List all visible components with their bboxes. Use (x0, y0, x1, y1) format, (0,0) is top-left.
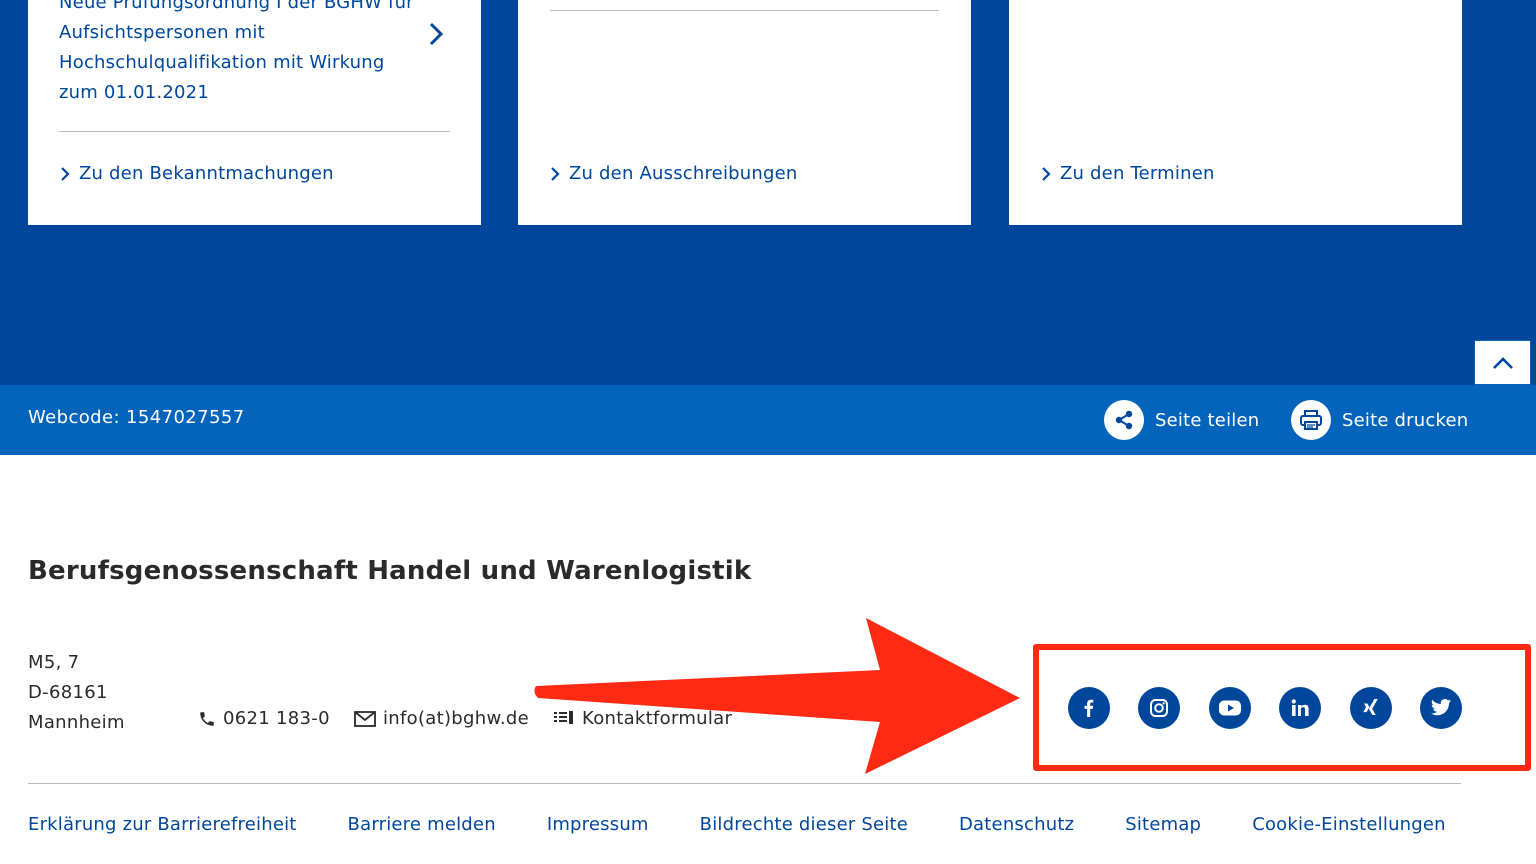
back-to-top-button[interactable] (1474, 340, 1531, 385)
annotation-arrow (534, 618, 1020, 774)
xing-icon[interactable] (1350, 687, 1392, 729)
announcements-link[interactable]: Zu den Bekanntmachungen (59, 163, 334, 184)
events-link[interactable]: Zu den Terminen (1040, 163, 1215, 184)
phone-number: 0621 183-0 (223, 708, 330, 729)
footer-link-privacy[interactable]: Datenschutz (959, 814, 1074, 835)
chevron-up-icon (1492, 356, 1513, 369)
card-divider (59, 131, 450, 132)
organization-title: Berufsgenossenschaft Handel und Warenlog… (28, 556, 752, 586)
announcement-item-text[interactable]: Neue Prüfungsordnung I der BGHW für Aufs… (59, 0, 419, 108)
webcode-text: Webcode: 1547027557 (28, 407, 245, 428)
footer-divider (28, 783, 1461, 784)
facebook-icon[interactable] (1068, 687, 1110, 729)
share-icon (1104, 400, 1144, 440)
print-page-button[interactable]: Seite drucken (1291, 400, 1468, 440)
footer-link-sitemap[interactable]: Sitemap (1125, 814, 1201, 835)
card-divider (550, 10, 939, 11)
printer-icon (1291, 400, 1331, 440)
chevron-right-icon[interactable] (426, 20, 446, 48)
footer-link-accessibility-statement[interactable]: Erklärung zur Barrierefreiheit (28, 814, 297, 835)
address-line: Mannheim (28, 712, 125, 733)
share-page-label: Seite teilen (1155, 409, 1260, 431)
events-card: Zu den Terminen (1009, 0, 1462, 225)
footer-link-report-barrier[interactable]: Barriere melden (348, 814, 496, 835)
linkedin-icon[interactable] (1279, 687, 1321, 729)
postal-address: M5, 7 D-68161 Mannheim (28, 648, 125, 738)
mail-icon (354, 710, 376, 727)
chevron-right-icon (551, 166, 560, 181)
email-link[interactable]: info(at)bghw.de (354, 708, 529, 729)
announcements-card: Neue Prüfungsordnung I der BGHW für Aufs… (28, 0, 481, 225)
share-page-button[interactable]: Seite teilen (1104, 400, 1259, 440)
footer-link-cookie-settings[interactable]: Cookie-Einstellungen (1252, 814, 1446, 835)
youtube-icon[interactable] (1209, 687, 1251, 729)
announcements-link-label: Zu den Bekanntmachungen (79, 163, 334, 184)
instagram-icon[interactable] (1138, 687, 1180, 729)
phone-link[interactable]: 0621 183-0 (198, 708, 330, 729)
tenders-card: Zu den Ausschreibungen (518, 0, 971, 225)
address-line: M5, 7 (28, 652, 80, 673)
footer-link-image-rights[interactable]: Bildrechte dieser Seite (700, 814, 908, 835)
events-link-label: Zu den Terminen (1060, 163, 1215, 184)
print-page-label: Seite drucken (1342, 409, 1469, 431)
email-address: info(at)bghw.de (383, 708, 529, 729)
chevron-right-icon (1042, 166, 1051, 181)
address-line: D-68161 (28, 682, 108, 703)
chevron-right-icon (61, 166, 70, 181)
page-tools-bar: Webcode: 1547027557 Seite teilen Seite d… (0, 385, 1536, 455)
tenders-link[interactable]: Zu den Ausschreibungen (549, 163, 798, 184)
footer-links: Erklärung zur Barrierefreiheit Barriere … (28, 814, 1497, 835)
tenders-link-label: Zu den Ausschreibungen (569, 163, 798, 184)
teaser-section: Neue Prüfungsordnung I der BGHW für Aufs… (0, 0, 1536, 385)
twitter-icon[interactable] (1420, 687, 1462, 729)
phone-icon (200, 711, 214, 726)
footer-link-imprint[interactable]: Impressum (547, 814, 649, 835)
